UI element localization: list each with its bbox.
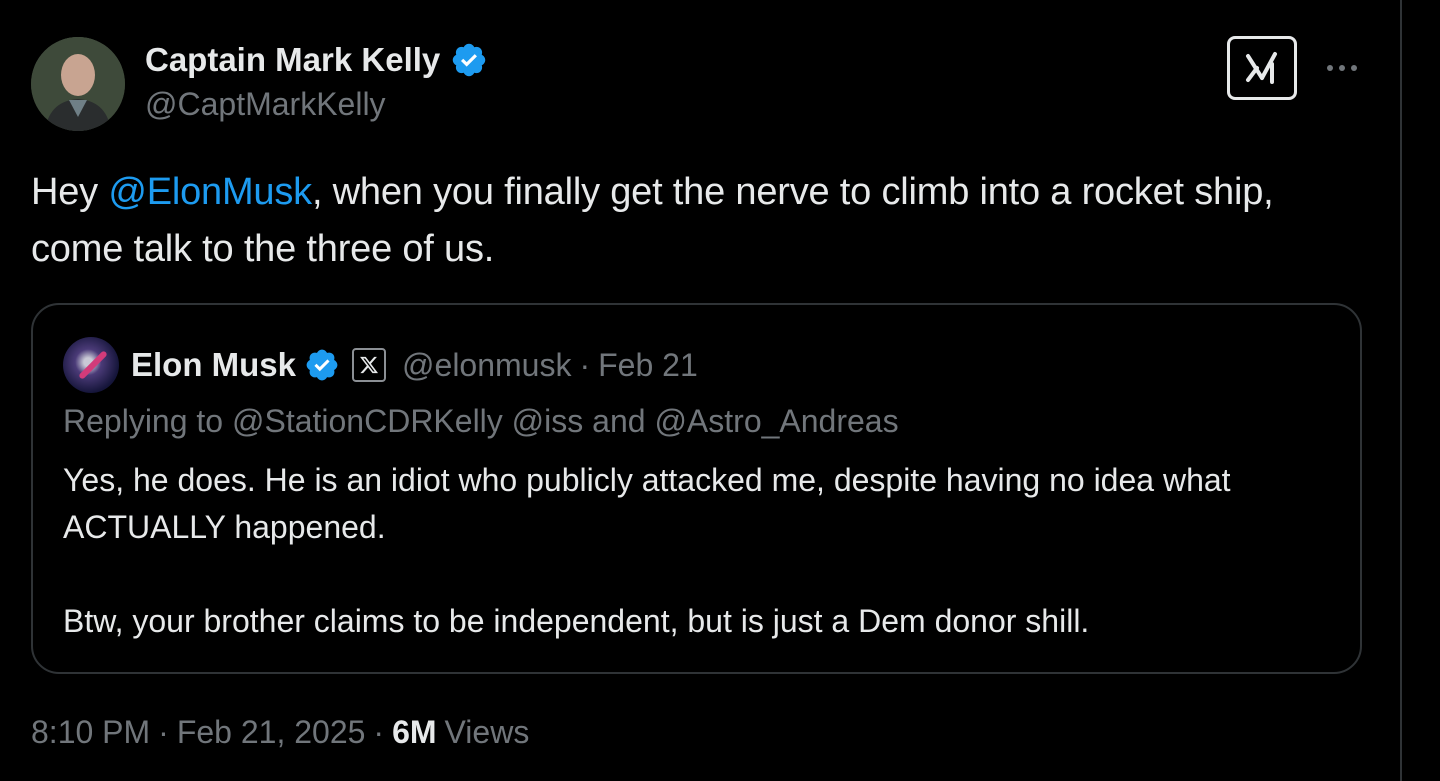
- quote-body-paragraph: Btw, your brother claims to be independe…: [63, 603, 1090, 639]
- more-options-button[interactable]: [1320, 50, 1364, 86]
- more-horizontal-icon: [1327, 65, 1333, 71]
- tweet-date[interactable]: Feb 21, 2025: [177, 714, 366, 751]
- author-name-row: Captain Mark Kelly: [145, 41, 488, 79]
- grok-icon: [1246, 52, 1277, 84]
- tweet-text-before: Hey: [31, 171, 109, 213]
- x-affiliate-badge: [352, 348, 387, 382]
- verified-badge-icon: [306, 349, 338, 381]
- more-horizontal-icon-dot: [1351, 65, 1357, 71]
- tweet-meta: 8:10 PM · Feb 21, 2025 · 6M Views: [31, 714, 529, 751]
- quoted-tweet-card[interactable]: Elon Musk @elonmusk · Feb 21 Replying to…: [31, 303, 1362, 674]
- views-label: Views: [444, 714, 530, 750]
- views-count: 6M: [392, 714, 437, 750]
- column-divider: [1400, 0, 1402, 781]
- author-name[interactable]: Captain Mark Kelly: [145, 41, 440, 79]
- avatar-portrait-icon: [31, 37, 125, 131]
- meta-separator: ·: [158, 714, 169, 750]
- meta-separator: ·: [373, 714, 385, 750]
- quote-separator: ·: [579, 346, 591, 383]
- x-logo-icon: [360, 356, 379, 374]
- quote-header: Elon Musk @elonmusk · Feb 21: [63, 337, 698, 393]
- author-avatar[interactable]: [31, 37, 125, 131]
- quote-author-handle: @elonmusk: [402, 346, 572, 383]
- author-handle[interactable]: @CaptMarkKelly: [145, 86, 386, 123]
- quote-reply-context: Replying to @StationCDRKelly @iss and @A…: [63, 403, 899, 439]
- quote-body-paragraph: Yes, he does. He is an idiot who publicl…: [63, 462, 1231, 545]
- more-horizontal-icon-dot: [1339, 65, 1345, 71]
- quote-author-name: Elon Musk: [131, 346, 297, 383]
- quote-body: Yes, he does. He is an idiot who publicl…: [63, 457, 1333, 645]
- tweet-mention-link[interactable]: @ElonMusk: [108, 171, 312, 213]
- quote-avatar[interactable]: [63, 337, 119, 393]
- verified-badge-icon: [453, 43, 486, 77]
- tweet-text: Hey @ElonMusk, when you finally get the …: [31, 164, 1361, 278]
- tweet-time[interactable]: 8:10 PM: [31, 714, 150, 751]
- quote-date: Feb 21: [598, 346, 698, 383]
- grok-button[interactable]: [1227, 36, 1297, 100]
